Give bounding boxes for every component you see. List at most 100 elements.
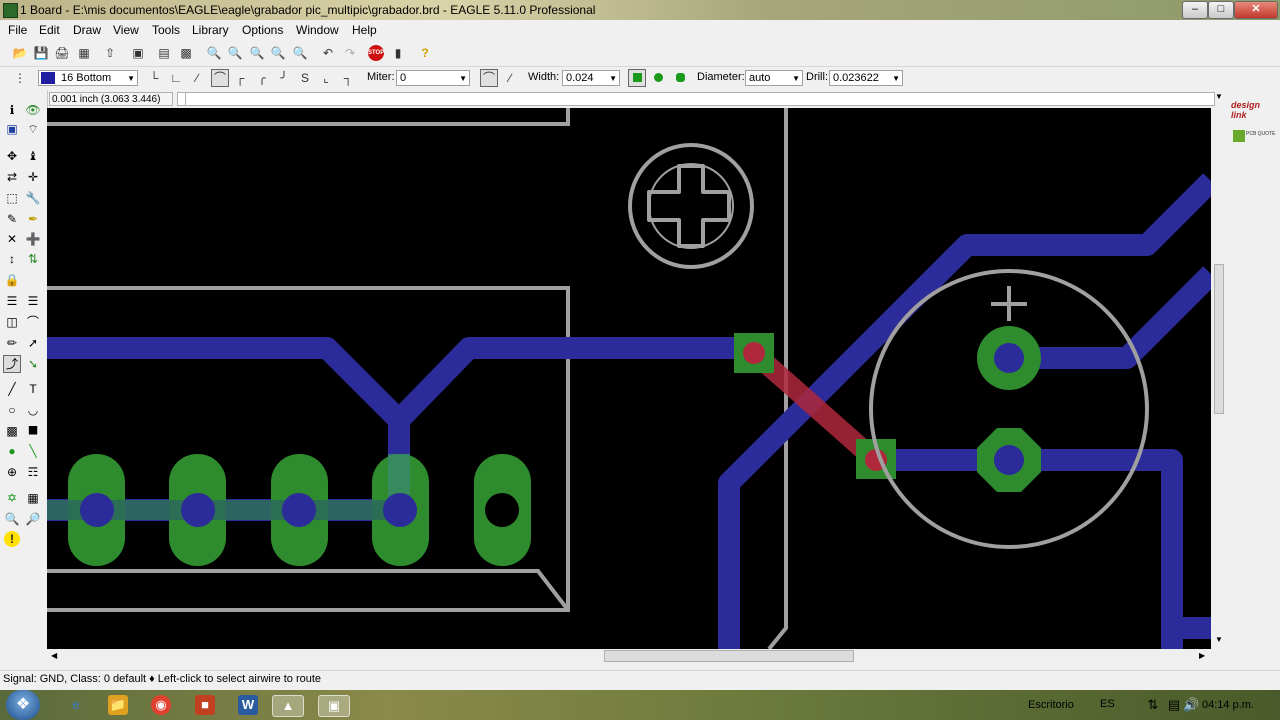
pcb-drawing[interactable] — [47, 108, 1211, 649]
via-octagon-icon[interactable] — [672, 70, 688, 86]
route-icon[interactable]: ✏ — [4, 335, 20, 351]
volume-icon[interactable]: 🔊 — [1183, 695, 1199, 715]
hole-icon[interactable]: ⊕ — [4, 464, 20, 480]
text-icon[interactable]: T — [25, 381, 41, 397]
mirror-icon[interactable]: ⇄ — [4, 169, 20, 185]
open-icon[interactable]: 📂 — [12, 45, 28, 61]
minimize-button[interactable]: – — [1182, 1, 1208, 19]
mark-icon[interactable]: ⌔ — [25, 121, 41, 137]
usb-icon[interactable]: ⇅ — [1145, 695, 1161, 715]
bend-style-7-icon[interactable]: S — [297, 70, 313, 86]
signal-icon[interactable]: ╲ — [25, 443, 41, 459]
restore-button[interactable]: □ — [1208, 1, 1234, 19]
menu-options[interactable]: Options — [242, 23, 283, 37]
via-round-icon[interactable] — [650, 70, 666, 86]
menu-draw[interactable]: Draw — [73, 23, 101, 37]
attribute-icon[interactable]: ☶ — [25, 464, 41, 480]
close-button[interactable]: ✕ — [1234, 1, 1278, 19]
trace[interactable] — [718, 173, 1211, 649]
lock-icon[interactable]: 🔒 — [4, 272, 20, 288]
menu-tools[interactable]: Tools — [152, 23, 180, 37]
board-icon[interactable]: ▣ — [130, 45, 146, 61]
via-icon[interactable]: ● — [4, 443, 20, 459]
chevron-down-icon[interactable]: ▼ — [1215, 92, 1223, 101]
erc-icon[interactable]: 🔍 — [4, 511, 20, 527]
bend-style-1-icon[interactable]: ∟ — [168, 70, 184, 86]
rotate-icon[interactable]: ✛ — [25, 169, 41, 185]
change-icon[interactable]: 🔧 — [25, 190, 41, 206]
miter-select[interactable]: 0 ▼ — [396, 70, 470, 86]
script-icon[interactable]: ▤ — [156, 45, 172, 61]
menu-help[interactable]: Help — [352, 23, 377, 37]
print-icon[interactable]: 🖨 — [54, 45, 70, 61]
pcb-quote-icon[interactable] — [1233, 130, 1245, 142]
go-icon[interactable]: ▮ — [390, 45, 406, 61]
delete-x-icon[interactable]: ✕ — [4, 231, 20, 247]
bend-style-0-icon[interactable]: └ — [146, 70, 162, 86]
language-indicator[interactable]: ES — [1100, 698, 1115, 710]
diameter-select[interactable]: auto ▼ — [745, 70, 803, 86]
ulp-icon[interactable]: ▩ — [178, 45, 194, 61]
help-icon[interactable]: ? — [417, 45, 433, 61]
bend-style-4-icon[interactable]: ┌ — [232, 70, 248, 86]
zoom-redraw-icon[interactable]: 🔍 — [270, 45, 286, 61]
start-button[interactable]: ❖ — [6, 690, 40, 720]
info-icon[interactable]: ℹ — [4, 102, 20, 118]
eagle-task-icon[interactable]: ▲ — [272, 695, 304, 717]
via-square-icon[interactable] — [628, 69, 646, 87]
desktop-toolbar-label[interactable]: Escritorio — [1028, 699, 1074, 711]
wire-icon[interactable]: ╱ — [4, 381, 20, 397]
miter-round-icon[interactable]: ⌒ — [480, 69, 498, 87]
move-icon[interactable]: ✥ — [4, 148, 20, 164]
vertical-scrollbar[interactable]: ▼ — [1211, 108, 1227, 649]
word-icon[interactable]: W — [238, 695, 258, 715]
display-icon[interactable]: ▣ — [4, 121, 20, 137]
drill-select[interactable]: 0.023622 ▼ — [829, 70, 903, 86]
route-active-icon[interactable]: ⤴ — [3, 355, 21, 373]
bend-style-5-icon[interactable]: ╭ — [254, 70, 270, 86]
menu-library[interactable]: Library — [192, 23, 229, 37]
ratsnest-icon[interactable]: ✡ — [4, 490, 20, 506]
menu-view[interactable]: View — [113, 23, 139, 37]
miter-straight-icon[interactable]: ∕ — [502, 70, 518, 86]
add-icon[interactable]: ➕ — [25, 231, 41, 247]
chrome-icon[interactable]: ◉ — [151, 695, 171, 715]
zoom-out-icon[interactable]: 🔍 — [249, 45, 265, 61]
zoom-in-icon[interactable]: 🔍 — [227, 45, 243, 61]
optimize-icon[interactable]: ☰ — [25, 293, 41, 309]
network-icon[interactable]: ▤ — [1166, 695, 1182, 715]
scroll-thumb[interactable] — [604, 650, 854, 662]
bend-style-3-icon[interactable]: ⌒ — [211, 69, 229, 87]
menu-file[interactable]: File — [8, 23, 27, 37]
polygon-icon[interactable]: ⯀ — [25, 423, 41, 439]
redo-icon[interactable]: ↷ — [342, 45, 358, 61]
clock[interactable]: 04:14 p.m. — [1202, 699, 1254, 711]
stop-icon[interactable]: STOP — [368, 45, 384, 61]
save-icon[interactable]: 💾 — [33, 45, 49, 61]
bend-style-9-icon[interactable]: ┐ — [340, 70, 356, 86]
menu-edit[interactable]: Edit — [39, 23, 60, 37]
chevron-down-icon[interactable]: ▼ — [1215, 635, 1223, 644]
scroll-thumb[interactable] — [1214, 264, 1224, 414]
smash-icon[interactable]: ◫ — [4, 314, 20, 330]
zoom-fit-icon[interactable]: 🔍 — [206, 45, 222, 61]
drc-icon[interactable]: 🔎 — [25, 511, 41, 527]
layer-select[interactable]: 16 Bottom ▼ — [38, 70, 138, 86]
copy-icon[interactable]: ♝ — [25, 148, 41, 164]
chevron-right-icon[interactable]: ▶ — [1199, 651, 1205, 660]
app-icon[interactable]: ■ — [195, 695, 215, 715]
name-icon[interactable]: ↕ — [4, 251, 20, 267]
show-icon[interactable]: 👁 — [25, 102, 41, 118]
value-icon[interactable]: ⇅ — [25, 251, 41, 267]
eagle-board-task-icon[interactable]: ▣ — [318, 695, 350, 717]
circle-icon[interactable]: ○ — [4, 402, 20, 418]
bend-style-2-icon[interactable]: ∕ — [189, 70, 205, 86]
split-icon[interactable]: ☰ — [4, 293, 20, 309]
group-icon[interactable]: ⬚ — [4, 190, 20, 206]
ie-icon[interactable]: e — [66, 695, 86, 715]
errors-icon[interactable]: ! — [4, 531, 20, 547]
board-canvas[interactable] — [47, 108, 1211, 649]
trace[interactable] — [391, 337, 753, 428]
autoroute-icon[interactable]: ➘ — [25, 356, 41, 372]
paste-icon[interactable]: ✎ — [4, 211, 20, 227]
